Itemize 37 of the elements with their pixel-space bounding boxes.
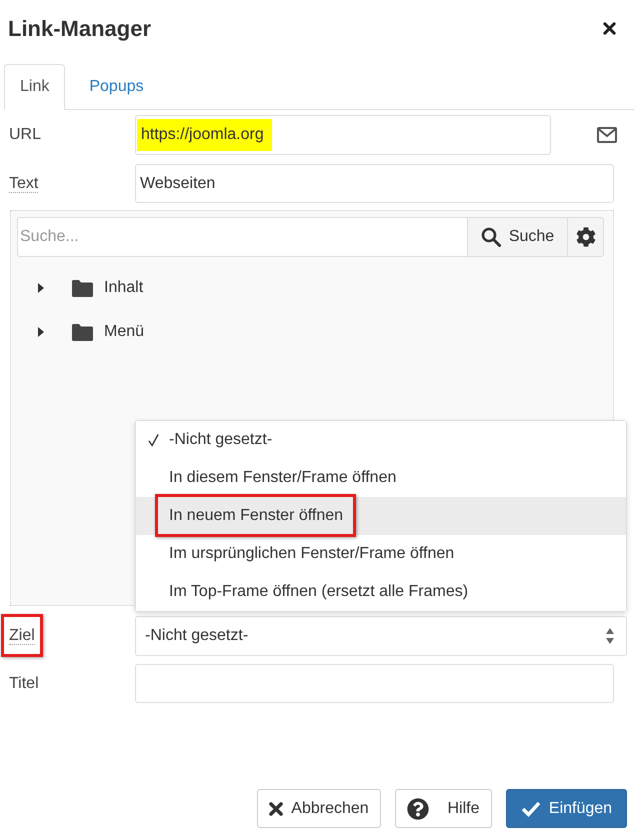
field-label: URL xyxy=(9,126,42,143)
dropdown-option[interactable]: In diesem Fenster/Frame öffnen xyxy=(136,459,626,497)
search-icon xyxy=(480,227,501,247)
dropdown-option[interactable]: In neuem Fenster öffnen xyxy=(136,497,626,535)
tree-item[interactable]: Inhalt xyxy=(38,266,144,310)
tree-item[interactable]: Menü xyxy=(38,310,144,354)
sort-icon xyxy=(606,628,614,644)
tab[interactable]: Popups xyxy=(73,64,160,110)
highlighted-text: https://joomla.org xyxy=(137,119,272,151)
help-icon xyxy=(407,798,430,820)
tab[interactable]: Link xyxy=(4,64,66,110)
help-button[interactable]: Hilfe xyxy=(395,789,492,828)
insert-button[interactable]: Einfügen xyxy=(506,789,627,828)
dropdown-option[interactable]: -Nicht gesetzt- xyxy=(136,421,626,459)
field-label: Ziel xyxy=(9,627,35,645)
url-field[interactable]: https://joomla.org xyxy=(135,115,551,155)
settings-button[interactable] xyxy=(568,217,604,257)
dropdown-option[interactable]: Im ursprünglichen Fenster/Frame öffnen xyxy=(136,535,626,573)
caret-icon[interactable] xyxy=(38,283,44,293)
check-icon xyxy=(520,800,541,816)
settings-icon xyxy=(576,227,596,247)
dialog-title: Link-Manager xyxy=(8,14,152,43)
caret-icon[interactable] xyxy=(38,327,44,337)
close-icon[interactable] xyxy=(603,22,616,34)
folder-icon xyxy=(72,280,93,296)
close-icon xyxy=(269,802,284,816)
dropdown-option[interactable]: Im Top-Frame öffnen (ersetzt alle Frames) xyxy=(136,573,626,611)
field-label: Text xyxy=(9,174,38,192)
target-select[interactable]: -Nicht gesetzt- xyxy=(135,616,627,656)
search-field[interactable]: Suche... xyxy=(17,217,468,257)
folder-icon xyxy=(72,324,93,340)
search-button[interactable]: Suche xyxy=(468,217,568,257)
field-label: Titel xyxy=(9,674,39,692)
mail-icon[interactable] xyxy=(597,127,617,143)
text-field[interactable]: Webseiten xyxy=(135,164,614,203)
title-field[interactable] xyxy=(135,664,614,703)
cancel-button[interactable]: Abbrechen xyxy=(257,789,381,828)
